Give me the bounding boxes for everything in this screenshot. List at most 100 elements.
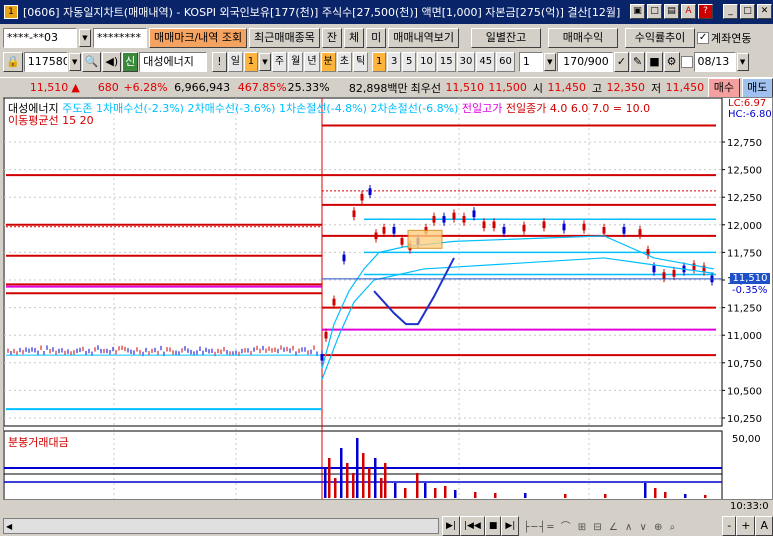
candle-body bbox=[320, 353, 324, 361]
volume-bar bbox=[654, 488, 657, 498]
gear-icon[interactable]: ⚙ bbox=[663, 52, 680, 72]
volume-bar bbox=[564, 494, 567, 498]
account-input[interactable]: ****-**03 bbox=[3, 28, 77, 48]
minute-1[interactable]: 1 bbox=[372, 52, 387, 72]
alert-button[interactable]: ! bbox=[212, 52, 227, 72]
first-icon[interactable]: ▶| bbox=[442, 516, 460, 536]
drawing-tools[interactable]: ├─┤═ ⌒ ⊞ ⊟ ∠ ∧ ∨ ⊕ ⌕ bbox=[523, 518, 719, 534]
horizontal-scrollbar[interactable]: ◀ bbox=[3, 518, 439, 534]
price-chart-svg[interactable]: 12,75012,50012,25012,00011,75011,50011,2… bbox=[4, 98, 772, 499]
candle-body bbox=[692, 263, 696, 271]
close-icon[interactable]: ✕ bbox=[757, 4, 772, 19]
count-input[interactable]: 170/900 bbox=[556, 52, 613, 72]
candle-body bbox=[482, 221, 486, 229]
next-icon[interactable]: ▶| bbox=[501, 516, 520, 536]
password-input[interactable]: ******** bbox=[93, 28, 147, 48]
maximize-icon[interactable]: □ bbox=[740, 4, 755, 19]
y-tick-label: 12,500 bbox=[727, 166, 762, 177]
chevron-down-icon[interactable]: ▼ bbox=[736, 53, 749, 71]
help-icon[interactable]: ? bbox=[698, 4, 713, 19]
trade-view-button[interactable]: 매매내역보기 bbox=[388, 28, 460, 48]
buy-button[interactable]: 매수 bbox=[708, 77, 740, 98]
minute-45[interactable]: 45 bbox=[476, 52, 496, 72]
chevron-down-icon[interactable]: ▼ bbox=[258, 53, 271, 71]
play-icon[interactable]: ■ bbox=[484, 516, 502, 536]
zoom-in-button[interactable]: + bbox=[736, 516, 756, 536]
window-icon[interactable]: □ bbox=[647, 4, 662, 19]
daily-balance-button[interactable]: 일별잔고 bbox=[471, 28, 542, 48]
sell-button[interactable]: 매도 bbox=[741, 77, 773, 98]
volume-bar bbox=[328, 458, 331, 498]
chevron-down-icon[interactable]: ▼ bbox=[68, 53, 81, 71]
speaker-icon[interactable]: ◀) bbox=[102, 52, 122, 72]
current-price-tag: 11,510 bbox=[730, 273, 770, 284]
bid-price: 11,500 bbox=[488, 81, 527, 94]
period-minute[interactable]: 분 bbox=[320, 52, 336, 72]
volume-bar bbox=[444, 486, 447, 498]
window-title: [0606] 자동일지차트(매매내역) - KOSPI 외국인보유[177(천)… bbox=[23, 6, 621, 19]
font-icon[interactable]: A bbox=[681, 4, 696, 19]
chevron-down-icon[interactable]: ▼ bbox=[79, 29, 91, 47]
candle-body bbox=[522, 224, 526, 232]
unexecuted-button[interactable]: 미 bbox=[366, 28, 387, 48]
candle-body bbox=[462, 215, 466, 223]
minute-10[interactable]: 10 bbox=[417, 52, 436, 72]
minimize-icon[interactable]: _ bbox=[723, 4, 738, 19]
minute-30[interactable]: 30 bbox=[456, 52, 476, 72]
period-year[interactable]: 년 bbox=[304, 52, 320, 72]
scroll-left-icon[interactable]: ◀ bbox=[6, 522, 12, 531]
trade-amount: 82,898백만 bbox=[348, 81, 408, 95]
period-daily-count[interactable]: 1 bbox=[243, 52, 258, 72]
executed-button[interactable]: 체 bbox=[344, 28, 365, 48]
open-price: 11,450 bbox=[547, 81, 586, 94]
period-daily[interactable]: 일 bbox=[227, 52, 243, 72]
volume-bar bbox=[384, 463, 387, 498]
ma-line bbox=[321, 235, 715, 369]
date-checkbox[interactable] bbox=[680, 56, 693, 68]
fix-icon[interactable]: ✓ bbox=[613, 52, 630, 72]
y-tick-label: 12,250 bbox=[727, 193, 762, 204]
period-second[interactable]: 초 bbox=[336, 52, 352, 72]
minute-3[interactable]: 3 bbox=[387, 52, 402, 72]
lock-icon[interactable]: 🔒 bbox=[3, 52, 23, 72]
open-label: 시 bbox=[532, 81, 544, 95]
legend-prev-close: 전일종가 bbox=[505, 102, 547, 115]
link-icon[interactable]: ▣ bbox=[630, 4, 645, 19]
volume-bar bbox=[352, 473, 355, 498]
prev-icon[interactable]: |◀◀ bbox=[459, 516, 485, 536]
trade-profit-button[interactable]: 매매수익 bbox=[548, 28, 619, 48]
candle-body bbox=[332, 298, 336, 306]
date-input[interactable]: 08/13 bbox=[693, 52, 736, 72]
print-icon[interactable]: ▤ bbox=[664, 4, 679, 19]
y-tick-label: 10,750 bbox=[727, 359, 762, 370]
search-icon[interactable]: 🔍 bbox=[81, 52, 102, 72]
period-week[interactable]: 주 bbox=[271, 52, 288, 72]
recent-stocks-button[interactable]: 최근매매종목 bbox=[249, 28, 320, 48]
minute-5[interactable]: 5 bbox=[402, 52, 417, 72]
account-link-checkbox[interactable]: ✓ 계좌연동 bbox=[697, 30, 752, 46]
minute-15[interactable]: 15 bbox=[436, 52, 456, 72]
zoom-out-button[interactable]: - bbox=[722, 516, 737, 536]
chart-legend: 대성에너지 주도존 1차매수선(-2.3%) 2차매수선(-3.6%) 1차손절… bbox=[8, 100, 650, 116]
minute-60[interactable]: 60 bbox=[496, 52, 515, 72]
check-icon[interactable]: ✓ bbox=[697, 32, 710, 44]
volume-max-label: 50,00 bbox=[732, 434, 761, 445]
stock-code-input[interactable]: 117580 bbox=[23, 52, 68, 72]
trade-marks-button[interactable]: 매매마크/내역 조회 bbox=[149, 28, 248, 48]
high-price: 12,350 bbox=[606, 81, 646, 94]
chevron-down-icon[interactable]: ▼ bbox=[543, 53, 556, 71]
auto-fit-button[interactable]: A bbox=[755, 516, 773, 536]
period-tick[interactable]: 틱 bbox=[352, 52, 369, 72]
candle-body bbox=[672, 270, 676, 277]
candle-body bbox=[324, 331, 328, 339]
save-icon[interactable]: ■ bbox=[646, 52, 663, 72]
draw-icon[interactable]: ✎ bbox=[630, 52, 646, 72]
profit-trend-button[interactable]: 수익률추이 bbox=[625, 28, 696, 48]
interval-input[interactable]: 1 bbox=[518, 52, 543, 72]
volume-bar bbox=[424, 483, 427, 498]
title-tool-buttons: ▣ □ ▤ A ? bbox=[630, 4, 713, 19]
period-month[interactable]: 월 bbox=[288, 52, 304, 72]
candle-body bbox=[360, 193, 364, 201]
chart-panel[interactable]: 12,75012,50012,25012,00011,75011,50011,2… bbox=[3, 97, 773, 512]
balance-button[interactable]: 잔 bbox=[321, 28, 343, 48]
